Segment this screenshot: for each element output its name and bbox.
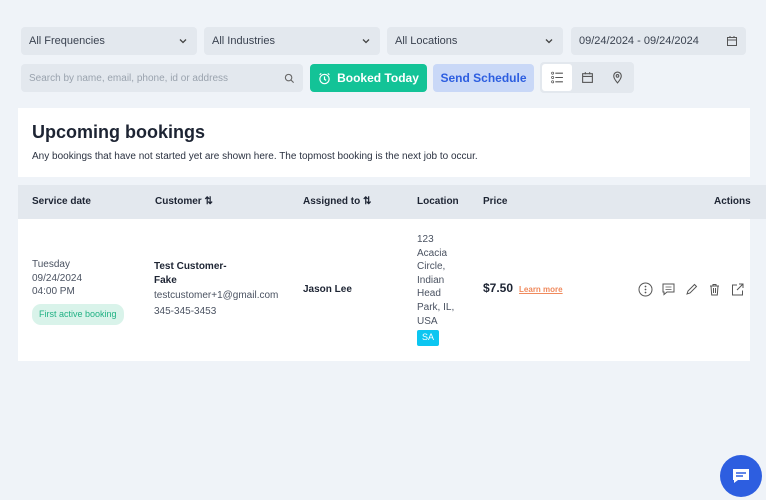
column-price: Price	[483, 196, 508, 207]
column-actions: Actions	[714, 196, 751, 207]
trash-icon[interactable]	[707, 282, 722, 297]
service-date-cell: Tuesday 09/24/2024 04:00 PM First active…	[32, 258, 124, 325]
search-icon	[284, 73, 295, 83]
price-cell: $7.50 Learn more	[483, 281, 563, 295]
frequency-select[interactable]: All Frequencies	[21, 27, 197, 55]
calendar-view-button[interactable]	[572, 64, 602, 91]
edit-icon[interactable]	[684, 282, 699, 297]
location-value: All Locations	[395, 35, 458, 47]
date-range-input[interactable]: 09/24/2024 - 09/24/2024	[571, 27, 746, 55]
booked-today-button[interactable]: Booked Today	[310, 64, 427, 92]
chat-button[interactable]	[720, 455, 762, 497]
column-customer[interactable]: Customer ⇅	[155, 196, 213, 207]
location-tag: SA	[417, 330, 440, 346]
page-description: Any bookings that have not started yet a…	[32, 151, 478, 162]
list-view-button[interactable]	[542, 64, 572, 91]
service-day: Tuesday	[32, 259, 70, 270]
column-location: Location	[417, 196, 459, 207]
chevron-down-icon	[545, 39, 553, 44]
price: $7.50	[483, 281, 514, 295]
industry-value: All Industries	[212, 35, 275, 47]
calendar-icon	[581, 72, 593, 83]
customer-name[interactable]: Test Customer-Fake	[154, 260, 244, 288]
map-view-button[interactable]	[602, 64, 632, 91]
first-active-badge: First active booking	[32, 303, 124, 325]
table-row[interactable]: Tuesday 09/24/2024 04:00 PM First active…	[18, 219, 750, 361]
view-toggle	[540, 62, 634, 93]
search-placeholder: Search by name, email, phone, id or addr…	[29, 72, 228, 84]
calendar-icon	[727, 36, 737, 46]
assigned-to: Jason Lee	[303, 284, 352, 295]
search-input[interactable]: Search by name, email, phone, id or addr…	[21, 64, 303, 92]
message-icon[interactable]	[661, 282, 676, 297]
column-customer-label: Customer	[155, 196, 202, 207]
booked-today-label: Booked Today	[337, 71, 419, 85]
frequency-value: All Frequencies	[29, 35, 105, 47]
location-address: 123 Acacia Circle, Indian Head Park, IL,…	[417, 234, 455, 327]
more-options-icon[interactable]	[638, 282, 653, 297]
chevron-down-icon	[362, 39, 370, 44]
learn-more-link[interactable]: Learn more	[519, 285, 563, 294]
table-header: Service date Customer ⇅ Assigned to ⇅ Lo…	[18, 185, 766, 219]
service-time: 04:00 PM	[32, 286, 75, 297]
customer-phone: 345-345-3453	[154, 306, 217, 317]
upcoming-bookings-header: Upcoming bookings Any bookings that have…	[18, 108, 750, 177]
send-schedule-button[interactable]: Send Schedule	[433, 64, 534, 92]
map-pin-icon	[612, 71, 622, 84]
page-title: Upcoming bookings	[32, 122, 205, 142]
column-service-date: Service date	[32, 196, 91, 207]
alarm-clock-icon	[319, 72, 330, 84]
date-range-value: 09/24/2024 - 09/24/2024	[579, 35, 699, 47]
send-schedule-label: Send Schedule	[440, 71, 527, 85]
location-select[interactable]: All Locations	[387, 27, 563, 55]
customer-email: testcustomer+1@gmail.com	[154, 290, 279, 301]
location-cell: 123 Acacia Circle, Indian Head Park, IL,…	[417, 233, 459, 346]
chevron-down-icon	[179, 39, 187, 44]
chat-icon	[733, 469, 749, 483]
list-icon	[550, 71, 563, 84]
sort-icon: ⇅	[204, 196, 213, 207]
external-link-icon[interactable]	[730, 282, 745, 297]
service-date: 09/24/2024	[32, 272, 83, 284]
column-assigned-label: Assigned to	[303, 196, 361, 207]
sort-icon: ⇅	[363, 196, 372, 207]
actions	[638, 282, 745, 297]
customer-cell: Test Customer-Fake testcustomer+1@gmail.…	[154, 260, 279, 319]
column-assigned-to[interactable]: Assigned to ⇅	[303, 196, 371, 207]
industry-select[interactable]: All Industries	[204, 27, 380, 55]
